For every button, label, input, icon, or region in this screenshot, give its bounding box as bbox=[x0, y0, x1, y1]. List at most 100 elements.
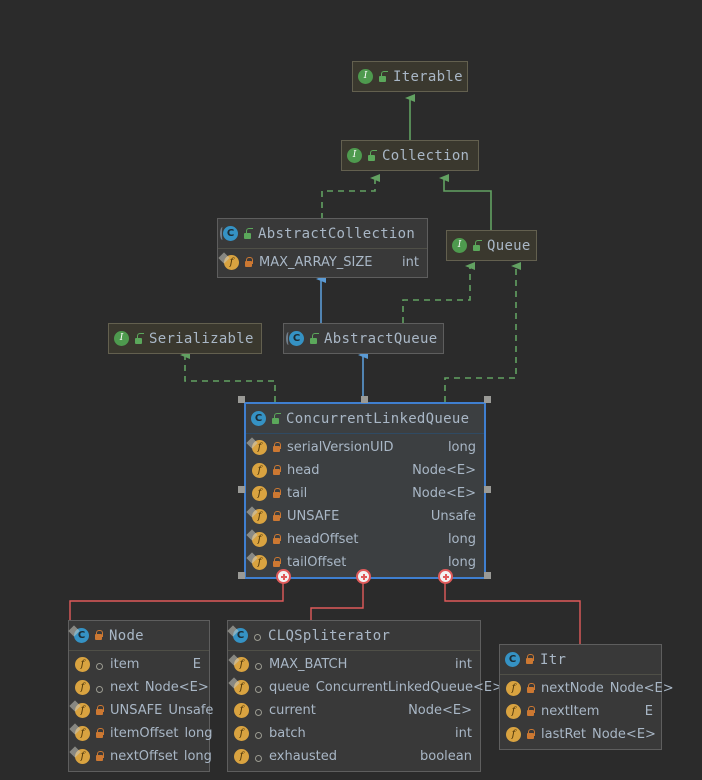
field-icon bbox=[234, 749, 249, 764]
field-name: tailOffset bbox=[287, 555, 347, 570]
package-icon bbox=[94, 659, 105, 671]
class-node-queue[interactable]: Queue bbox=[446, 230, 537, 261]
selection-handle-top-left[interactable] bbox=[238, 396, 245, 403]
expand-inner-node[interactable] bbox=[276, 569, 291, 584]
abstract-class-icon bbox=[286, 331, 304, 346]
field-row[interactable]: nextOffset long bbox=[69, 745, 212, 768]
edge-clq-implements-serializable bbox=[180, 351, 276, 402]
static-field-icon bbox=[75, 726, 90, 741]
field-row[interactable]: headOffset long bbox=[246, 528, 484, 551]
private-lock-icon bbox=[93, 629, 104, 642]
field-row[interactable]: batch int bbox=[228, 722, 480, 745]
private-lock-icon bbox=[525, 728, 536, 741]
public-lock-icon bbox=[366, 149, 377, 162]
field-row[interactable]: head Node<E> bbox=[246, 459, 484, 482]
field-row[interactable]: queue ConcurrentLinkedQueue<E> bbox=[228, 676, 503, 699]
class-title: Serializable bbox=[149, 330, 254, 347]
abstract-class-icon bbox=[220, 226, 238, 241]
field-name: next bbox=[110, 680, 139, 695]
field-name: MAX_BATCH bbox=[269, 657, 348, 672]
field-type: long bbox=[447, 555, 476, 570]
field-row[interactable]: exhausted boolean bbox=[228, 745, 480, 768]
class-header: Queue bbox=[447, 231, 536, 260]
package-icon bbox=[253, 728, 264, 740]
static-class-icon bbox=[74, 628, 89, 643]
field-type: Node<E> bbox=[592, 727, 656, 742]
field-type: int bbox=[455, 726, 472, 741]
selection-handle-bottom-right[interactable] bbox=[484, 572, 491, 579]
class-title: Node bbox=[109, 627, 144, 644]
field-row[interactable]: itemOffset long bbox=[69, 722, 213, 745]
field-row[interactable]: UNSAFE Unsafe bbox=[246, 505, 484, 528]
field-row[interactable]: MAX_ARRAY_SIZE int bbox=[218, 251, 427, 274]
field-name: batch bbox=[269, 726, 306, 741]
class-title: Queue bbox=[487, 237, 531, 254]
field-icon bbox=[75, 657, 90, 672]
edge-clq-implements-queue bbox=[444, 262, 521, 402]
field-name: MAX_ARRAY_SIZE bbox=[259, 255, 373, 270]
class-node-iterable[interactable]: Iterable bbox=[352, 61, 468, 92]
class-icon bbox=[505, 652, 520, 667]
private-lock-icon bbox=[525, 705, 536, 718]
class-header: CLQSpliterator bbox=[228, 621, 480, 650]
field-row[interactable]: MAX_BATCH int bbox=[228, 653, 480, 676]
selection-handle-top-right[interactable] bbox=[484, 396, 491, 403]
field-row[interactable]: serialVersionUID long bbox=[246, 436, 484, 459]
expand-inner-itr[interactable] bbox=[438, 569, 453, 584]
class-node-node[interactable]: Node item E next Node<E> UNSAFE Unsafe bbox=[68, 620, 213, 772]
field-name: itemOffset bbox=[110, 726, 179, 741]
field-row[interactable]: UNSAFE Unsafe bbox=[69, 699, 213, 722]
class-node-itr[interactable]: Itr nextNode Node<E> nextItem E lastRet … bbox=[499, 644, 674, 750]
static-field-icon bbox=[252, 555, 267, 570]
static-field-icon bbox=[224, 255, 239, 270]
field-type: Node<E> bbox=[408, 703, 472, 718]
private-lock-icon bbox=[243, 256, 254, 269]
static-field-icon bbox=[252, 509, 267, 524]
field-row[interactable]: tail Node<E> bbox=[246, 482, 484, 505]
class-header: AbstractQueue bbox=[284, 324, 443, 353]
package-icon bbox=[253, 751, 264, 763]
interface-icon bbox=[114, 331, 129, 346]
class-node-abstractcollection[interactable]: AbstractCollection MAX_ARRAY_SIZE int bbox=[217, 218, 428, 278]
class-header: Node bbox=[69, 621, 209, 650]
field-type: int bbox=[455, 657, 472, 672]
uml-diagram-canvas[interactable]: Iterable Collection AbstractCollection M… bbox=[0, 0, 702, 780]
private-lock-icon bbox=[94, 704, 105, 717]
field-name: serialVersionUID bbox=[287, 440, 394, 455]
field-row[interactable]: nextItem E bbox=[500, 700, 661, 723]
public-lock-icon bbox=[133, 332, 144, 345]
class-node-clqspliterator[interactable]: CLQSpliterator MAX_BATCH int queue Concu… bbox=[227, 620, 503, 772]
class-fields: nextNode Node<E> nextItem E lastRet Node… bbox=[500, 674, 674, 749]
class-node-collection[interactable]: Collection bbox=[341, 140, 479, 171]
field-row[interactable]: next Node<E> bbox=[69, 676, 209, 699]
class-node-serializable[interactable]: Serializable bbox=[108, 323, 262, 354]
field-row[interactable]: lastRet Node<E> bbox=[500, 723, 661, 746]
class-fields: serialVersionUID long head Node<E> tail … bbox=[246, 433, 484, 577]
field-icon bbox=[252, 463, 267, 478]
expand-inner-clqspliterator[interactable] bbox=[356, 569, 371, 584]
field-name: UNSAFE bbox=[110, 703, 163, 718]
selection-handle-middle-right[interactable] bbox=[484, 486, 491, 493]
field-type: long bbox=[184, 726, 213, 741]
field-row[interactable]: item E bbox=[69, 653, 209, 676]
edge-clq-inner-node bbox=[69, 583, 284, 620]
selection-handle-middle-left[interactable] bbox=[238, 486, 245, 493]
field-row[interactable]: nextNode Node<E> bbox=[500, 677, 674, 700]
selection-handle-top-center[interactable] bbox=[361, 396, 368, 403]
class-icon bbox=[251, 411, 266, 426]
field-name: nextItem bbox=[541, 704, 600, 719]
package-icon bbox=[252, 630, 263, 642]
private-lock-icon bbox=[271, 464, 282, 477]
class-header: Collection bbox=[342, 141, 478, 170]
selection-handle-bottom-left[interactable] bbox=[238, 572, 245, 579]
private-lock-icon bbox=[525, 682, 536, 695]
field-row[interactable]: current Node<E> bbox=[228, 699, 480, 722]
field-name: UNSAFE bbox=[287, 509, 340, 524]
static-field-icon bbox=[75, 749, 90, 764]
field-name: exhausted bbox=[269, 749, 338, 764]
field-type: E bbox=[644, 704, 653, 719]
class-node-abstractqueue[interactable]: AbstractQueue bbox=[283, 323, 444, 354]
field-type: long bbox=[447, 440, 476, 455]
class-title: AbstractCollection bbox=[258, 225, 416, 242]
class-node-concurrentlinkedqueue[interactable]: ConcurrentLinkedQueue serialVersionUID l… bbox=[244, 402, 486, 579]
